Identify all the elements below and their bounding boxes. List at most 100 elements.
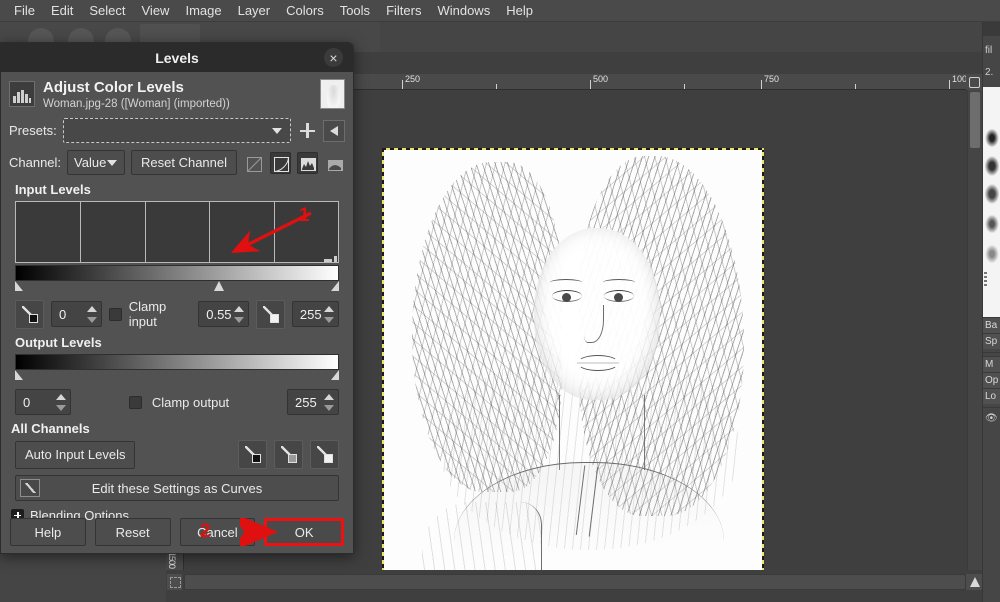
levels-histogram-icon bbox=[9, 81, 35, 107]
input-slider-row[interactable] bbox=[15, 281, 339, 292]
help-button[interactable]: Help bbox=[10, 518, 86, 546]
curves-icon bbox=[20, 479, 40, 497]
all-channels-section-label: All Channels bbox=[11, 421, 90, 436]
output-low-value: 0 bbox=[23, 394, 31, 410]
menu-filters[interactable]: Filters bbox=[378, 1, 429, 20]
ruler-tick-750: 750 bbox=[764, 74, 780, 84]
output-slider-row[interactable] bbox=[15, 370, 339, 381]
vertical-scrollbar[interactable] bbox=[967, 90, 982, 570]
dock-count-label: 2. bbox=[985, 67, 994, 78]
edit-as-curves-button[interactable]: Edit these Settings as Curves bbox=[15, 475, 339, 501]
dock-tab-lock[interactable]: Lo bbox=[983, 388, 1000, 404]
input-white-point-slider[interactable] bbox=[331, 281, 339, 291]
presets-label: Presets: bbox=[9, 123, 57, 138]
input-gamma-spinner[interactable]: 0.55 bbox=[198, 301, 249, 327]
channel-label: Channel: bbox=[9, 155, 62, 170]
input-levels-controls: 0 Clamp input 0.55 255 bbox=[15, 299, 339, 329]
input-levels-section-label: Input Levels bbox=[15, 182, 91, 197]
clamp-input-label: Clamp input bbox=[128, 299, 167, 329]
brush-splatter-1-icon[interactable] bbox=[984, 155, 1000, 177]
annotation-number-2: 2 bbox=[200, 521, 211, 542]
brush-noise-icon[interactable] bbox=[984, 243, 1000, 265]
all-black-point-picker-button[interactable] bbox=[238, 440, 267, 469]
output-high-spinner[interactable]: 255 bbox=[287, 389, 340, 415]
dock-tab-opacity[interactable]: Op bbox=[983, 372, 1000, 388]
white-point-picker-button[interactable] bbox=[255, 299, 285, 329]
clamp-output-checkbox[interactable] bbox=[128, 395, 142, 409]
menubar: File Edit Select View Image Layer Colors… bbox=[0, 0, 1000, 22]
brush-grunge-icon[interactable] bbox=[984, 213, 1000, 235]
reset-button[interactable]: Reset bbox=[94, 518, 171, 546]
dock-filter-field[interactable]: fil bbox=[983, 43, 1000, 58]
zoom-corner-button[interactable] bbox=[966, 74, 982, 90]
perceptual-ramp-icon[interactable] bbox=[270, 151, 291, 174]
reset-channel-button[interactable]: Reset Channel bbox=[131, 150, 237, 175]
input-gamma-value: 0.55 bbox=[206, 306, 232, 322]
output-high-slider[interactable] bbox=[331, 370, 339, 380]
right-dock-panel: fil 2. Ba Sp M Op Lo 👁 bbox=[982, 22, 1000, 602]
dialog-subheading: Woman.jpg-28 ([Woman] (imported)) bbox=[43, 98, 230, 110]
input-low-spinner[interactable]: 0 bbox=[51, 301, 102, 327]
preset-menu-button[interactable] bbox=[323, 119, 345, 142]
menu-tools[interactable]: Tools bbox=[332, 1, 378, 20]
dialog-title: Levels bbox=[155, 49, 199, 66]
all-white-point-picker-button[interactable] bbox=[310, 440, 339, 469]
menu-help[interactable]: Help bbox=[498, 1, 541, 20]
quick-mask-toggle-icon[interactable] bbox=[167, 574, 182, 590]
output-gradient-bar bbox=[15, 354, 339, 370]
ruler-tick-1000: 1000 bbox=[952, 74, 966, 84]
input-low-value: 0 bbox=[59, 306, 67, 322]
dock-tab-brushes[interactable]: Ba bbox=[983, 317, 1000, 333]
auto-input-levels-button[interactable]: Auto Input Levels bbox=[15, 440, 136, 469]
menu-file[interactable]: File bbox=[6, 1, 43, 20]
navigation-preview-button[interactable] bbox=[966, 574, 982, 590]
close-icon[interactable]: × bbox=[324, 48, 343, 67]
menu-select[interactable]: Select bbox=[81, 1, 133, 20]
edit-as-curves-label: Edit these Settings as Curves bbox=[91, 480, 263, 496]
dock-tab-mode[interactable]: M bbox=[983, 356, 1000, 372]
output-levels-section-label: Output Levels bbox=[15, 335, 102, 350]
menu-colors[interactable]: Colors bbox=[278, 1, 332, 20]
add-preset-button[interactable] bbox=[297, 119, 317, 142]
menu-view[interactable]: View bbox=[134, 1, 178, 20]
dialog-titlebar[interactable]: Levels × bbox=[1, 43, 353, 72]
logarithmic-histogram-icon[interactable] bbox=[324, 152, 345, 174]
ruler-tick-500: 500 bbox=[593, 74, 609, 84]
image-layer[interactable] bbox=[382, 148, 764, 570]
output-low-slider[interactable] bbox=[15, 370, 23, 380]
input-gamma-slider[interactable] bbox=[214, 281, 225, 291]
layer-visibility-eye-icon[interactable]: 👁 bbox=[983, 411, 1000, 426]
levels-dialog: Levels × Adjust Color Levels Woman.jpg-2… bbox=[0, 42, 354, 554]
ruler-v-tick-1500: 1500 bbox=[167, 552, 177, 569]
horizontal-scrollbar[interactable] bbox=[184, 574, 966, 590]
all-channels-controls: Auto Input Levels bbox=[15, 440, 339, 469]
annotation-number-1: 1 bbox=[299, 205, 310, 226]
channel-combobox[interactable]: Value bbox=[67, 150, 125, 175]
gimp-application-window: File Edit Select View Image Layer Colors… bbox=[0, 0, 1000, 602]
menu-edit[interactable]: Edit bbox=[43, 1, 81, 20]
menu-image[interactable]: Image bbox=[177, 1, 229, 20]
output-levels-controls: 0 Clamp output 255 bbox=[15, 389, 340, 415]
presets-combobox[interactable] bbox=[62, 118, 291, 143]
vertical-scrollbar-thumb[interactable] bbox=[970, 92, 980, 148]
all-gray-point-picker-button[interactable] bbox=[274, 440, 303, 469]
output-low-spinner[interactable]: 0 bbox=[15, 389, 71, 415]
channel-row: Channel: Value Reset Channel bbox=[9, 150, 345, 175]
input-high-spinner[interactable]: 255 bbox=[291, 301, 339, 327]
black-point-picker-button[interactable] bbox=[15, 299, 44, 329]
input-gradient-bar bbox=[15, 265, 339, 281]
sketch-portrait-image bbox=[384, 150, 762, 570]
channel-value: Value bbox=[74, 155, 107, 170]
dock-tab-spacing[interactable]: Sp bbox=[983, 333, 1000, 349]
brush-star-icon[interactable] bbox=[984, 127, 1000, 149]
dialog-footer: Help Reset Cancel OK bbox=[1, 511, 353, 553]
input-high-value: 255 bbox=[299, 306, 322, 322]
output-high-value: 255 bbox=[295, 394, 317, 410]
clamp-input-checkbox[interactable] bbox=[108, 307, 122, 321]
linear-histogram-icon[interactable] bbox=[297, 151, 318, 174]
menu-layer[interactable]: Layer bbox=[230, 1, 279, 20]
menu-windows[interactable]: Windows bbox=[429, 1, 498, 20]
linear-ramp-icon[interactable] bbox=[243, 152, 264, 174]
brush-splatter-2-icon[interactable] bbox=[984, 183, 1000, 205]
input-black-point-slider[interactable] bbox=[15, 281, 23, 291]
